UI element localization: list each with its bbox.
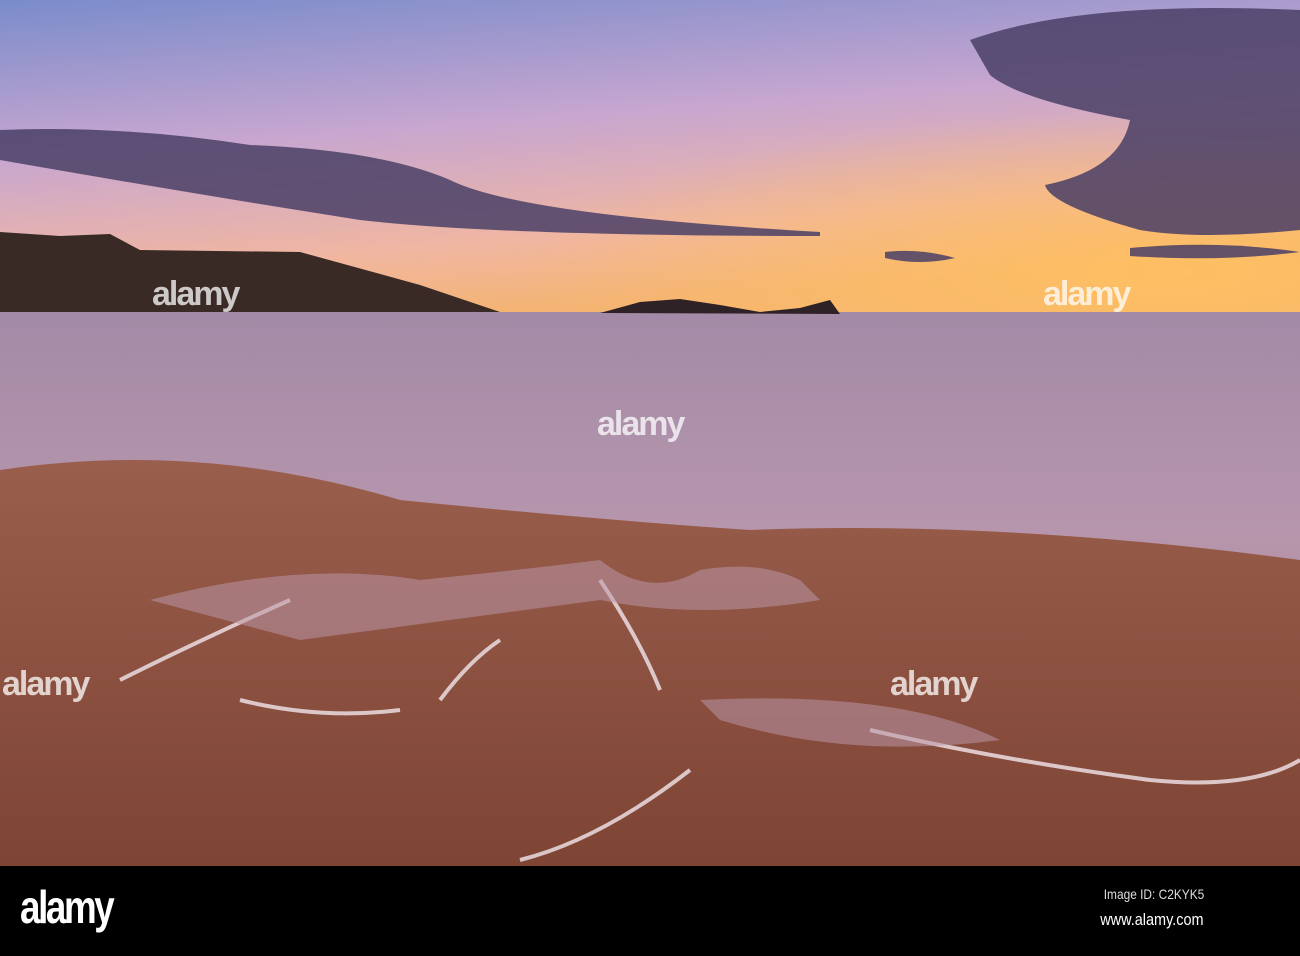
- alamy-logo: alamy: [20, 881, 115, 933]
- image-id: Image ID: C2KYK5: [1103, 886, 1204, 902]
- site-url[interactable]: www.alamy.com: [1101, 910, 1204, 930]
- watermark: alamy: [597, 405, 685, 443]
- watermark: alamy: [152, 275, 240, 313]
- watermark: alamy: [2, 665, 90, 703]
- footer-bar: alamy Image ID: C2KYK5 www.alamy.com: [0, 866, 1300, 956]
- watermark: alamy: [1043, 275, 1131, 313]
- watermark: alamy: [890, 665, 978, 703]
